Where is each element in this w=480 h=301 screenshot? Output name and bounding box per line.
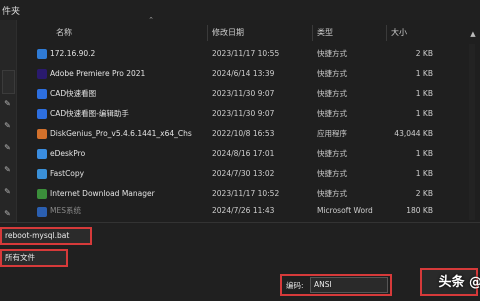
- file-row[interactable]: Adobe Premiere Pro 2021 2024/6/14 13:39 …: [16, 64, 476, 84]
- pin-icon[interactable]: ✎: [3, 209, 12, 218]
- scroll-up-icon[interactable]: ▲: [469, 30, 477, 38]
- file-row[interactable]: eDeskPro 2024/8/16 17:01 快捷方式 1 KB: [16, 144, 476, 164]
- file-row[interactable]: DiskGenius_Pro_v5.4.6.1441_x64_Chs 2022/…: [16, 124, 476, 144]
- file-name: eDeskPro: [50, 149, 86, 158]
- encoding-select[interactable]: ANSI: [310, 277, 388, 293]
- file-row[interactable]: CAD快速看图-编辑助手 2023/11/30 9:07 快捷方式 1 KB: [16, 104, 476, 124]
- file-size: 1 KB: [415, 149, 433, 158]
- file-type: 快捷方式: [317, 69, 347, 78]
- file-size: 2 KB: [415, 49, 433, 58]
- file-list: 172.16.90.2 2023/11/17 10:55 快捷方式 2 KB A…: [16, 44, 476, 220]
- column-header-size[interactable]: 大小: [391, 22, 407, 44]
- file-date: 2024/7/30 13:02: [212, 169, 275, 178]
- nav-scroll-thumb[interactable]: [2, 70, 15, 94]
- file-date: 2023/11/30 9:07: [212, 109, 275, 118]
- file-size: 1 KB: [415, 169, 433, 178]
- column-header-name[interactable]: 名称: [56, 22, 72, 44]
- navigation-pane[interactable]: ✎ ✎ ✎ ✎ ✎ ✎: [0, 20, 17, 222]
- pin-icon[interactable]: ✎: [3, 187, 12, 196]
- column-header-date[interactable]: 修改日期: [212, 22, 244, 44]
- file-size: 2 KB: [415, 189, 433, 198]
- filename-input[interactable]: reboot-mysql.bat: [0, 227, 92, 245]
- file-date: 2022/10/8 16:53: [212, 129, 275, 138]
- watermark: 头条 @: [438, 275, 480, 290]
- pin-icon[interactable]: ✎: [3, 165, 12, 174]
- file-row[interactable]: 172.16.90.2 2023/11/17 10:55 快捷方式 2 KB: [16, 44, 476, 64]
- file-date: 2024/7/26 11:43: [212, 206, 275, 215]
- sort-ascending-icon: ⌃: [148, 16, 154, 24]
- file-type: 快捷方式: [317, 89, 347, 98]
- file-name: CAD快速看图: [50, 89, 97, 98]
- file-type: 应用程序: [317, 129, 347, 138]
- file-type: 快捷方式: [317, 109, 347, 118]
- file-size: 180 KB: [406, 206, 433, 215]
- pin-icon[interactable]: ✎: [3, 143, 12, 152]
- file-row[interactable]: MES系统 2024/7/26 11:43 Microsoft Word 180…: [16, 206, 476, 217]
- vertical-scrollbar[interactable]: [469, 44, 475, 220]
- file-date: 2023/11/17 10:52: [212, 189, 280, 198]
- file-name: CAD快速看图-编辑助手: [50, 109, 129, 118]
- file-name: DiskGenius_Pro_v5.4.6.1441_x64_Chs: [50, 129, 192, 138]
- file-size: 43,044 KB: [394, 129, 433, 138]
- file-name: 172.16.90.2: [50, 49, 96, 58]
- encoding-label: 编码:: [286, 280, 304, 290]
- file-type: Microsoft Word: [317, 206, 373, 215]
- column-header-type[interactable]: 类型: [317, 22, 333, 44]
- column-divider[interactable]: [386, 25, 387, 41]
- file-date: 2023/11/30 9:07: [212, 89, 275, 98]
- pin-icon[interactable]: ✎: [3, 99, 12, 108]
- file-name: Adobe Premiere Pro 2021: [50, 69, 146, 78]
- pin-icon[interactable]: ✎: [3, 121, 12, 130]
- file-size: 1 KB: [415, 109, 433, 118]
- file-date: 2023/11/17 10:55: [212, 49, 280, 58]
- file-name: MES系统: [50, 206, 81, 215]
- file-row[interactable]: CAD快速看图 2023/11/30 9:07 快捷方式 1 KB: [16, 84, 476, 104]
- file-row[interactable]: FastCopy 2024/7/30 13:02 快捷方式 1 KB: [16, 164, 476, 184]
- file-type: 快捷方式: [317, 189, 347, 198]
- encoding-group: 编码: ANSI: [280, 274, 392, 296]
- column-header-row: ⌃ 名称 修改日期 类型 大小: [16, 16, 476, 44]
- file-row[interactable]: Internet Download Manager 2023/11/17 10:…: [16, 184, 476, 204]
- file-type: 快捷方式: [317, 149, 347, 158]
- file-size: 1 KB: [415, 69, 433, 78]
- title-bar: 件夹: [0, 0, 480, 20]
- column-divider[interactable]: [207, 25, 208, 41]
- file-name: Internet Download Manager: [50, 189, 155, 198]
- file-name: FastCopy: [50, 169, 85, 178]
- file-type: 快捷方式: [317, 49, 347, 58]
- file-type-select[interactable]: 所有文件: [0, 249, 68, 267]
- window-title: 件夹: [2, 6, 21, 17]
- file-size: 1 KB: [415, 89, 433, 98]
- file-date: 2024/8/16 17:01: [212, 149, 275, 158]
- column-divider[interactable]: [312, 25, 313, 41]
- file-type: 快捷方式: [317, 169, 347, 178]
- file-date: 2024/6/14 13:39: [212, 69, 275, 78]
